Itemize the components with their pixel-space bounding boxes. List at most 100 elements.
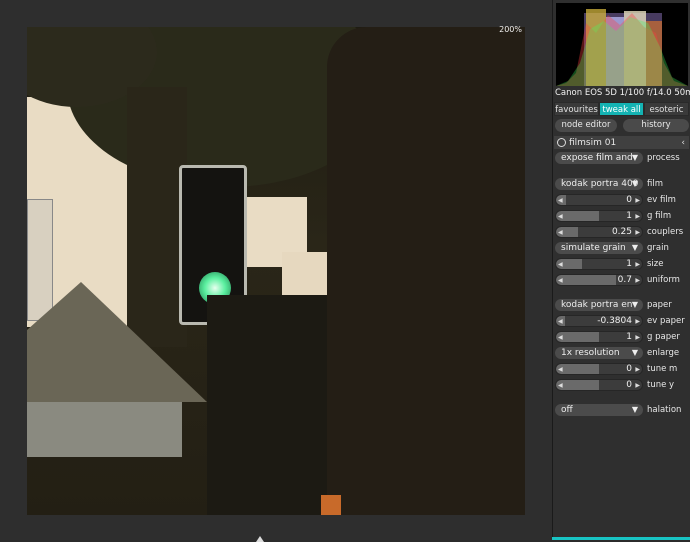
tab-tweak-all[interactable]: tweak all bbox=[599, 102, 644, 116]
street-sign bbox=[27, 199, 53, 321]
size-slider[interactable]: ◀ 1 ▶ bbox=[555, 257, 643, 270]
param-label: size bbox=[647, 258, 664, 269]
param-row-size: ◀ 1 ▶ size bbox=[555, 257, 690, 270]
g-film-slider[interactable]: ◀ 1 ▶ bbox=[555, 209, 643, 222]
dropdown-arrow-icon: ▼ bbox=[631, 299, 638, 309]
tune-m-slider[interactable]: ◀ 0 ▶ bbox=[555, 362, 643, 375]
tab-favourites[interactable]: favourites bbox=[554, 102, 599, 116]
param-row-ev-paper: ◀ -0.3804 ▶ ev paper bbox=[555, 314, 690, 327]
param-row-grain: simulate grain ▼ grain bbox=[555, 241, 690, 254]
ev-paper-slider[interactable]: ◀ -0.3804 ▶ bbox=[555, 314, 643, 327]
dropdown-arrow-icon: ▼ bbox=[631, 242, 638, 252]
param-label: uniform bbox=[647, 274, 680, 285]
module-name: filmsim 01 bbox=[569, 137, 617, 148]
param-row-film: kodak portra 400 ▼ film bbox=[555, 177, 690, 190]
g-paper-slider[interactable]: ◀ 1 ▶ bbox=[555, 330, 643, 343]
slider-right-arrow-icon[interactable]: ▶ bbox=[635, 275, 640, 285]
histogram bbox=[556, 3, 688, 86]
slider-right-arrow-icon[interactable]: ▶ bbox=[635, 380, 640, 390]
node-editor-button[interactable]: node editor bbox=[555, 119, 617, 132]
zoom-level: 200% bbox=[499, 25, 522, 34]
awning bbox=[27, 402, 182, 457]
param-row-g-film: ◀ 1 ▶ g film bbox=[555, 209, 690, 222]
top-buttons: node editor history bbox=[555, 119, 689, 132]
slider-left-arrow-icon[interactable]: ◀ bbox=[558, 332, 563, 342]
chevron-left-icon[interactable]: ‹ bbox=[681, 138, 685, 148]
slider-right-arrow-icon[interactable]: ▶ bbox=[635, 316, 640, 326]
param-label: grain bbox=[647, 242, 669, 253]
slider-value: 1 bbox=[626, 258, 632, 269]
halation-combo[interactable]: off ▼ bbox=[555, 403, 643, 416]
param-label: couplers bbox=[647, 226, 684, 237]
slider-value: 0.25 bbox=[611, 226, 632, 237]
photo-canvas[interactable] bbox=[27, 27, 525, 515]
tune-y-slider[interactable]: ◀ 0 ▶ bbox=[555, 378, 643, 391]
grain-combo[interactable]: simulate grain ▼ bbox=[555, 241, 643, 254]
param-label: ev paper bbox=[647, 315, 685, 326]
uniform-slider[interactable]: ◀ 0.7 ▶ bbox=[555, 273, 643, 286]
param-label: process bbox=[647, 152, 680, 163]
slider-left-arrow-icon[interactable]: ◀ bbox=[558, 275, 563, 285]
orange-highlight bbox=[321, 495, 341, 515]
history-button[interactable]: history bbox=[623, 119, 689, 132]
tree-trunk bbox=[327, 27, 525, 515]
param-row-uniform: ◀ 0.7 ▶ uniform bbox=[555, 273, 690, 286]
enlarge-combo[interactable]: 1x resolution ▼ bbox=[555, 346, 643, 359]
param-row-paper: kodak portra en ▼ paper bbox=[555, 298, 690, 311]
param-label: film bbox=[647, 178, 663, 189]
slider-left-arrow-icon[interactable]: ◀ bbox=[558, 380, 563, 390]
slider-right-arrow-icon[interactable]: ▶ bbox=[635, 195, 640, 205]
slider-right-arrow-icon[interactable]: ▶ bbox=[635, 364, 640, 374]
dropdown-arrow-icon: ▼ bbox=[631, 178, 638, 188]
slider-right-arrow-icon[interactable]: ▶ bbox=[635, 211, 640, 221]
slider-left-arrow-icon[interactable]: ◀ bbox=[558, 364, 563, 374]
slider-value: 0 bbox=[626, 379, 632, 390]
module-power-icon[interactable] bbox=[557, 138, 566, 147]
signal-box bbox=[207, 295, 327, 515]
slider-left-arrow-icon[interactable]: ◀ bbox=[558, 211, 563, 221]
param-label: g film bbox=[647, 210, 672, 221]
param-row-g-paper: ◀ 1 ▶ g paper bbox=[555, 330, 690, 343]
slider-value: 0 bbox=[626, 194, 632, 205]
image-viewport[interactable]: 200% bbox=[0, 0, 552, 542]
slider-left-arrow-icon[interactable]: ◀ bbox=[558, 259, 563, 269]
slider-value: 1 bbox=[626, 210, 632, 221]
slider-left-arrow-icon[interactable]: ◀ bbox=[558, 195, 563, 205]
slider-left-arrow-icon[interactable]: ◀ bbox=[558, 316, 563, 326]
dropdown-arrow-icon: ▼ bbox=[631, 404, 638, 414]
slider-right-arrow-icon[interactable]: ▶ bbox=[635, 332, 640, 342]
film-combo[interactable]: kodak portra 400 ▼ bbox=[555, 177, 643, 190]
slider-right-arrow-icon[interactable]: ▶ bbox=[635, 259, 640, 269]
param-label: enlarge bbox=[647, 347, 680, 358]
param-row-halation: off ▼ halation bbox=[555, 403, 690, 416]
ev-film-slider[interactable]: ◀ 0 ▶ bbox=[555, 193, 643, 206]
tab-esoteric[interactable]: esoteric bbox=[644, 102, 689, 116]
panel-tabs: favourites tweak all esoteric bbox=[554, 102, 689, 116]
camera-info: Canon EOS 5D 1/100 f/14.0 50m bbox=[555, 88, 690, 98]
param-label: ev film bbox=[647, 194, 676, 205]
slider-value: -0.3804 bbox=[597, 315, 632, 326]
control-panel: Canon EOS 5D 1/100 f/14.0 50m favourites… bbox=[552, 0, 690, 540]
dropdown-arrow-icon: ▼ bbox=[631, 152, 638, 162]
param-row-tune-m: ◀ 0 ▶ tune m bbox=[555, 362, 690, 375]
slider-left-arrow-icon[interactable]: ◀ bbox=[558, 227, 563, 237]
param-label: halation bbox=[647, 404, 682, 415]
process-combo[interactable]: expose film and ▼ bbox=[555, 151, 643, 164]
couplers-slider[interactable]: ◀ 0.25 ▶ bbox=[555, 225, 643, 238]
paper-combo[interactable]: kodak portra en ▼ bbox=[555, 298, 643, 311]
param-label: tune y bbox=[647, 379, 675, 390]
param-row-ev-film: ◀ 0 ▶ ev film bbox=[555, 193, 690, 206]
param-row-process: expose film and ▼ process bbox=[555, 151, 690, 164]
param-label: tune m bbox=[647, 363, 678, 374]
mouse-cursor-icon bbox=[256, 536, 264, 542]
slider-value: 0.7 bbox=[617, 274, 632, 285]
param-row-enlarge: 1x resolution ▼ enlarge bbox=[555, 346, 690, 359]
param-label: paper bbox=[647, 299, 672, 310]
param-row-couplers: ◀ 0.25 ▶ couplers bbox=[555, 225, 690, 238]
slider-right-arrow-icon[interactable]: ▶ bbox=[635, 227, 640, 237]
dropdown-arrow-icon: ▼ bbox=[631, 347, 638, 357]
slider-fill bbox=[556, 274, 617, 285]
module-header[interactable]: filmsim 01 ‹ bbox=[554, 136, 689, 149]
slider-value: 0 bbox=[626, 363, 632, 374]
tree-trunk-left bbox=[127, 87, 187, 347]
